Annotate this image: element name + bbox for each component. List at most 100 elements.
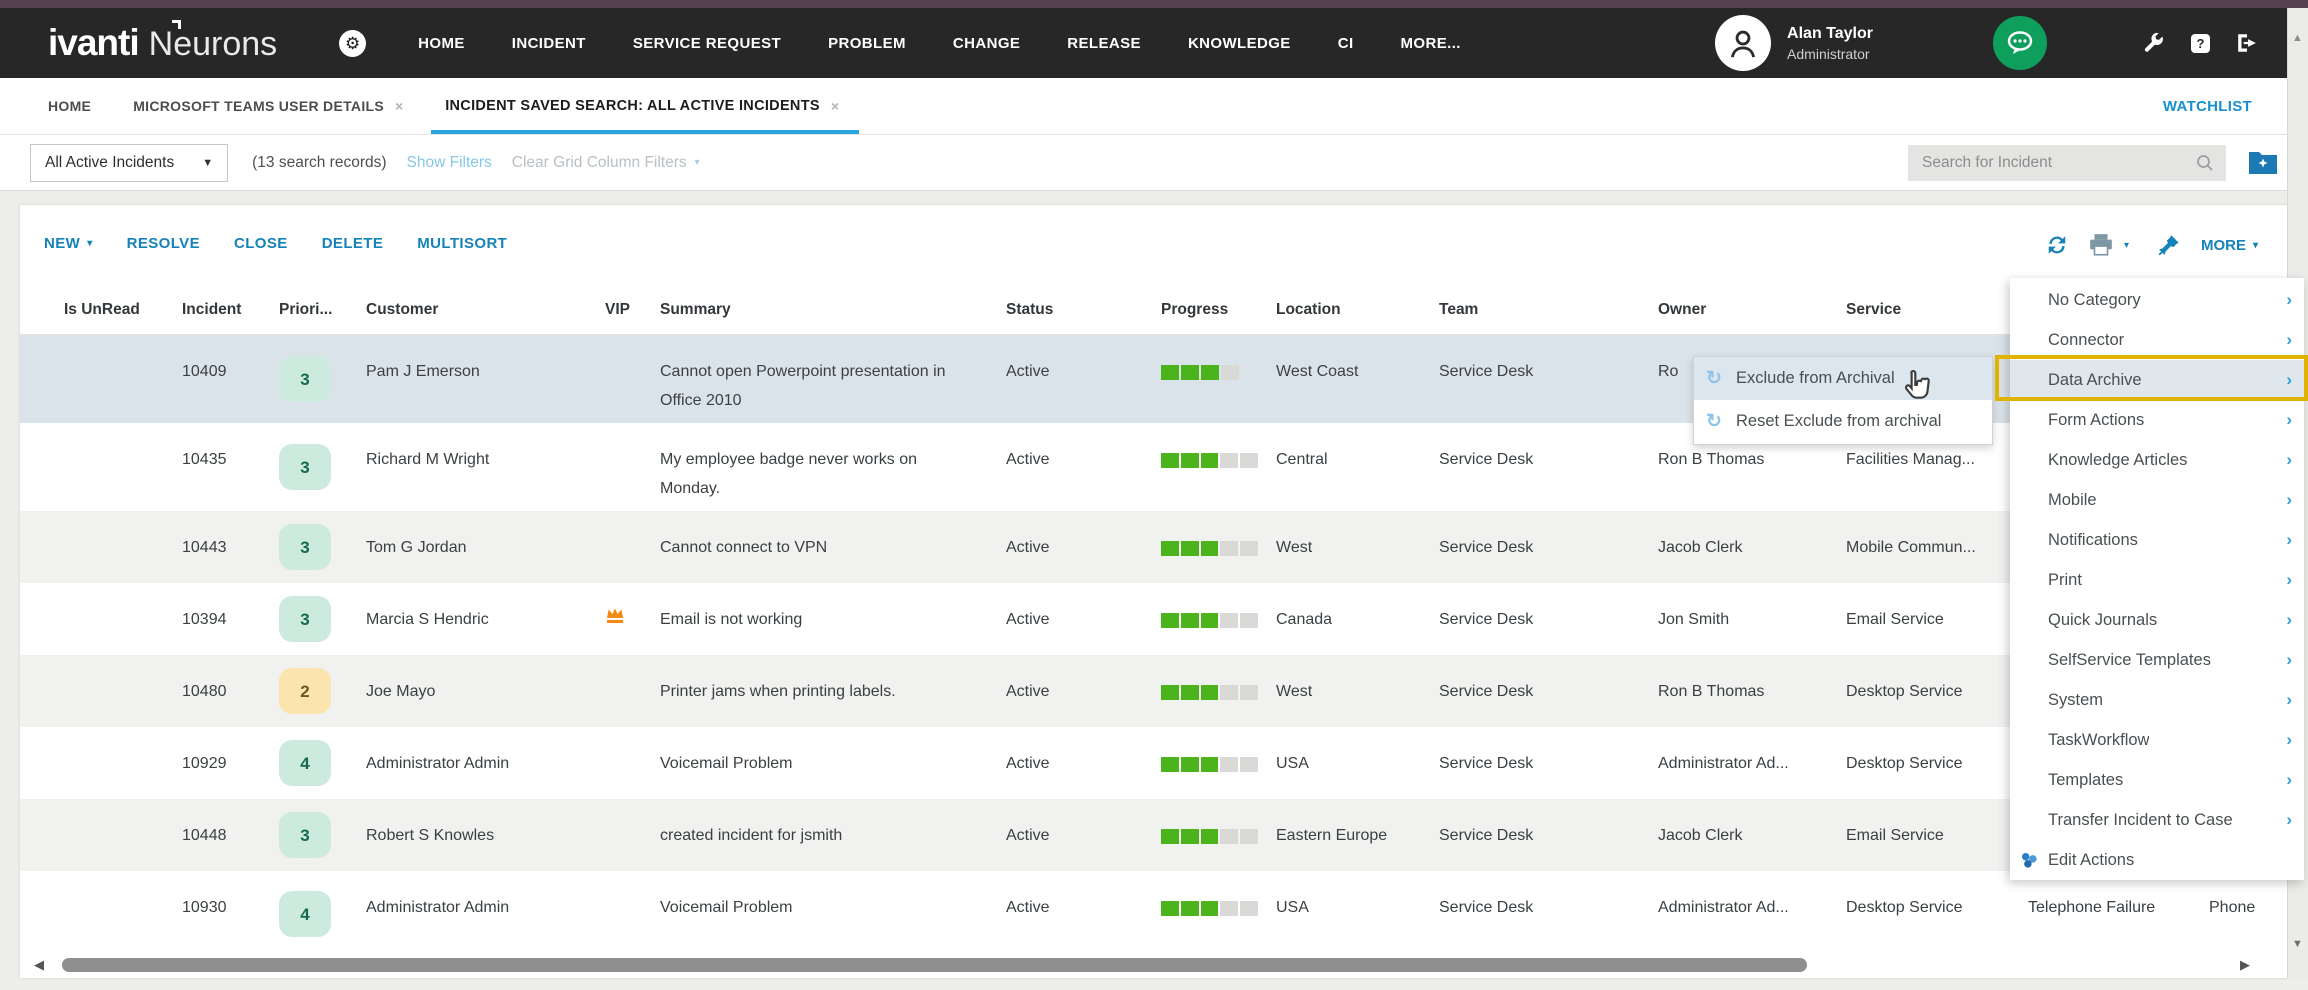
- chevron-right-icon: ›: [2286, 730, 2292, 750]
- incident-row-10394[interactable]: 103943Marcia S HendricEmail is not worki…: [20, 583, 2288, 655]
- progress-bar: [1161, 829, 1258, 844]
- menu-item-mobile[interactable]: Mobile›: [2010, 480, 2304, 520]
- menu-item-transfer-incident-to-case[interactable]: Transfer Incident to Case›: [2010, 800, 2304, 840]
- cell-location: West Coast: [1276, 335, 1439, 423]
- column-header-progress[interactable]: Progress: [1161, 285, 1276, 334]
- saved-search-dropdown[interactable]: All Active Incidents ▼: [30, 144, 228, 182]
- menu-item-no-category[interactable]: No Category›: [2010, 280, 2304, 320]
- scroll-down-icon[interactable]: ▼: [2292, 938, 2303, 950]
- grid-action-buttons: NEW▾ RESOLVE CLOSE DELETE MULTISORT: [44, 235, 507, 252]
- tabs: HOME MICROSOFT TEAMS USER DETAILS× INCIDEN…: [48, 78, 881, 134]
- column-header-priori[interactable]: Priori...: [279, 285, 366, 334]
- close-button[interactable]: CLOSE: [234, 235, 288, 252]
- submenu-item-exclude-from-archival[interactable]: ↻Exclude from Archival: [1694, 357, 1992, 400]
- menu-item-knowledge-articles[interactable]: Knowledge Articles›: [2010, 440, 2304, 480]
- close-icon[interactable]: ×: [831, 98, 839, 114]
- column-header-location[interactable]: Location: [1276, 285, 1439, 334]
- column-header-is-unread[interactable]: Is UnRead: [20, 285, 182, 334]
- submenu-item-reset-exclude-from-archival[interactable]: ↻Reset Exclude from archival: [1694, 400, 1992, 443]
- tab-incident-saved-search[interactable]: INCIDENT SAVED SEARCH: ALL ACTIVE INCIDE…: [445, 78, 839, 134]
- gear-icon[interactable]: ⚙: [339, 30, 366, 57]
- scroll-right-icon[interactable]: ▶: [2240, 957, 2250, 973]
- column-header-vip[interactable]: VIP: [605, 285, 660, 334]
- column-header-status[interactable]: Status: [1006, 285, 1161, 334]
- scroll-left-icon[interactable]: ◀: [34, 957, 44, 973]
- progress-bar: [1161, 685, 1258, 700]
- progress-segment: [1161, 901, 1179, 916]
- column-header-incident[interactable]: Incident: [182, 285, 279, 334]
- cell-progress: [1161, 871, 1276, 957]
- incident-search-box[interactable]: [1908, 145, 2226, 181]
- help-icon[interactable]: ?: [2191, 34, 2210, 53]
- menu-item-notifications[interactable]: Notifications›: [2010, 520, 2304, 560]
- logout-icon[interactable]: [2236, 33, 2258, 53]
- menu-item-quick-journals[interactable]: Quick Journals›: [2010, 600, 2304, 640]
- menu-item-form-actions[interactable]: Form Actions›: [2010, 400, 2304, 440]
- nav-item-release[interactable]: RELEASE: [1067, 35, 1141, 52]
- nav-item-change[interactable]: CHANGE: [953, 35, 1020, 52]
- close-icon[interactable]: ×: [395, 98, 403, 114]
- menu-item-label: Data Archive: [2048, 371, 2142, 390]
- multisort-button[interactable]: MULTISORT: [417, 235, 507, 252]
- incident-row-10443[interactable]: 104433Tom G JordanCannot connect to VPNA…: [20, 511, 2288, 583]
- tab-home[interactable]: HOME: [48, 78, 91, 134]
- column-header-summary[interactable]: Summary: [660, 285, 1006, 334]
- clear-grid-column-filters-link[interactable]: Clear Grid Column Filters ▾: [512, 154, 700, 172]
- pin-icon[interactable]: [2157, 233, 2181, 257]
- menu-item-print[interactable]: Print›: [2010, 560, 2304, 600]
- ivanti-neurons-app: ivanti Neurons ⚙ HOMEINCIDENTSERVICE REQ…: [0, 0, 2308, 990]
- progress-segment: [1220, 829, 1238, 844]
- column-header-owner[interactable]: Owner: [1658, 285, 1846, 334]
- incident-row-10930[interactable]: 109304Administrator AdminVoicemail Probl…: [20, 871, 2288, 957]
- saved-search-folder-icon[interactable]: [2248, 149, 2278, 180]
- incident-row-10480[interactable]: 104802Joe MayoPrinter jams when printing…: [20, 655, 2288, 727]
- nav-item-service-request[interactable]: SERVICE REQUEST: [633, 35, 781, 52]
- incident-row-10929[interactable]: 109294Administrator AdminVoicemail Probl…: [20, 727, 2288, 799]
- print-icon[interactable]: [2088, 233, 2114, 257]
- menu-item-selfservice-templates[interactable]: SelfService Templates›: [2010, 640, 2304, 680]
- settings-wrench-icon[interactable]: [2143, 32, 2165, 54]
- progress-segment: [1161, 613, 1179, 628]
- cell-status: Active: [1006, 335, 1161, 423]
- delete-button[interactable]: DELETE: [322, 235, 384, 252]
- watchlist-link[interactable]: WATCHLIST: [2163, 98, 2252, 115]
- horizontal-scrollbar[interactable]: ◀ ▶: [28, 956, 2278, 974]
- nav-item-knowledge[interactable]: KNOWLEDGE: [1188, 35, 1291, 52]
- more-button[interactable]: MORE ▾: [2201, 237, 2258, 254]
- virtual-assistant-icon[interactable]: [1993, 16, 2047, 70]
- incident-row-10448[interactable]: 104483Robert S Knowlescreated incident f…: [20, 799, 2288, 871]
- menu-item-templates[interactable]: Templates›: [2010, 760, 2304, 800]
- cell-location: USA: [1276, 727, 1439, 799]
- column-header-service[interactable]: Service: [1846, 285, 2028, 334]
- search-input[interactable]: [1920, 153, 2196, 173]
- progress-segment: [1220, 757, 1238, 772]
- nav-item-home[interactable]: HOME: [418, 35, 465, 52]
- resolve-button[interactable]: RESOLVE: [127, 235, 200, 252]
- scroll-up-icon[interactable]: ▲: [2292, 32, 2303, 44]
- menu-item-system[interactable]: System›: [2010, 680, 2304, 720]
- avatar[interactable]: [1715, 15, 1771, 71]
- menu-item-taskworkflow[interactable]: TaskWorkflow›: [2010, 720, 2304, 760]
- progress-segment: [1181, 541, 1199, 556]
- print-caret-down-icon[interactable]: ▾: [2124, 240, 2129, 251]
- user-block[interactable]: Alan Taylor Administrator: [1787, 25, 1873, 62]
- menu-item-label: Print: [2048, 571, 2082, 590]
- tab-microsoft-teams-user-details[interactable]: MICROSOFT TEAMS USER DETAILS×: [133, 78, 403, 134]
- horizontal-scrollbar-thumb[interactable]: [62, 958, 1807, 972]
- progress-bar: [1161, 541, 1258, 556]
- show-filters-link[interactable]: Show Filters: [407, 154, 492, 172]
- menu-item-connector[interactable]: Connector›: [2010, 320, 2304, 360]
- cell-priority: 4: [279, 871, 366, 957]
- column-header-team[interactable]: Team: [1439, 285, 1658, 334]
- nav-item-problem[interactable]: PROBLEM: [828, 35, 906, 52]
- new-button[interactable]: NEW▾: [44, 235, 93, 252]
- menu-item-data-archive[interactable]: Data Archive›: [2010, 360, 2304, 400]
- refresh-icon[interactable]: [2046, 234, 2068, 256]
- menu-item-edit-actions[interactable]: Edit Actions: [2010, 840, 2304, 880]
- cell-customer: Tom G Jordan: [366, 511, 605, 583]
- nav-item-more[interactable]: MORE...: [1401, 35, 1461, 52]
- nav-item-ci[interactable]: CI: [1338, 35, 1354, 52]
- nav-item-incident[interactable]: INCIDENT: [512, 35, 586, 52]
- column-header-customer[interactable]: Customer: [366, 285, 605, 334]
- cell-status: Active: [1006, 423, 1161, 511]
